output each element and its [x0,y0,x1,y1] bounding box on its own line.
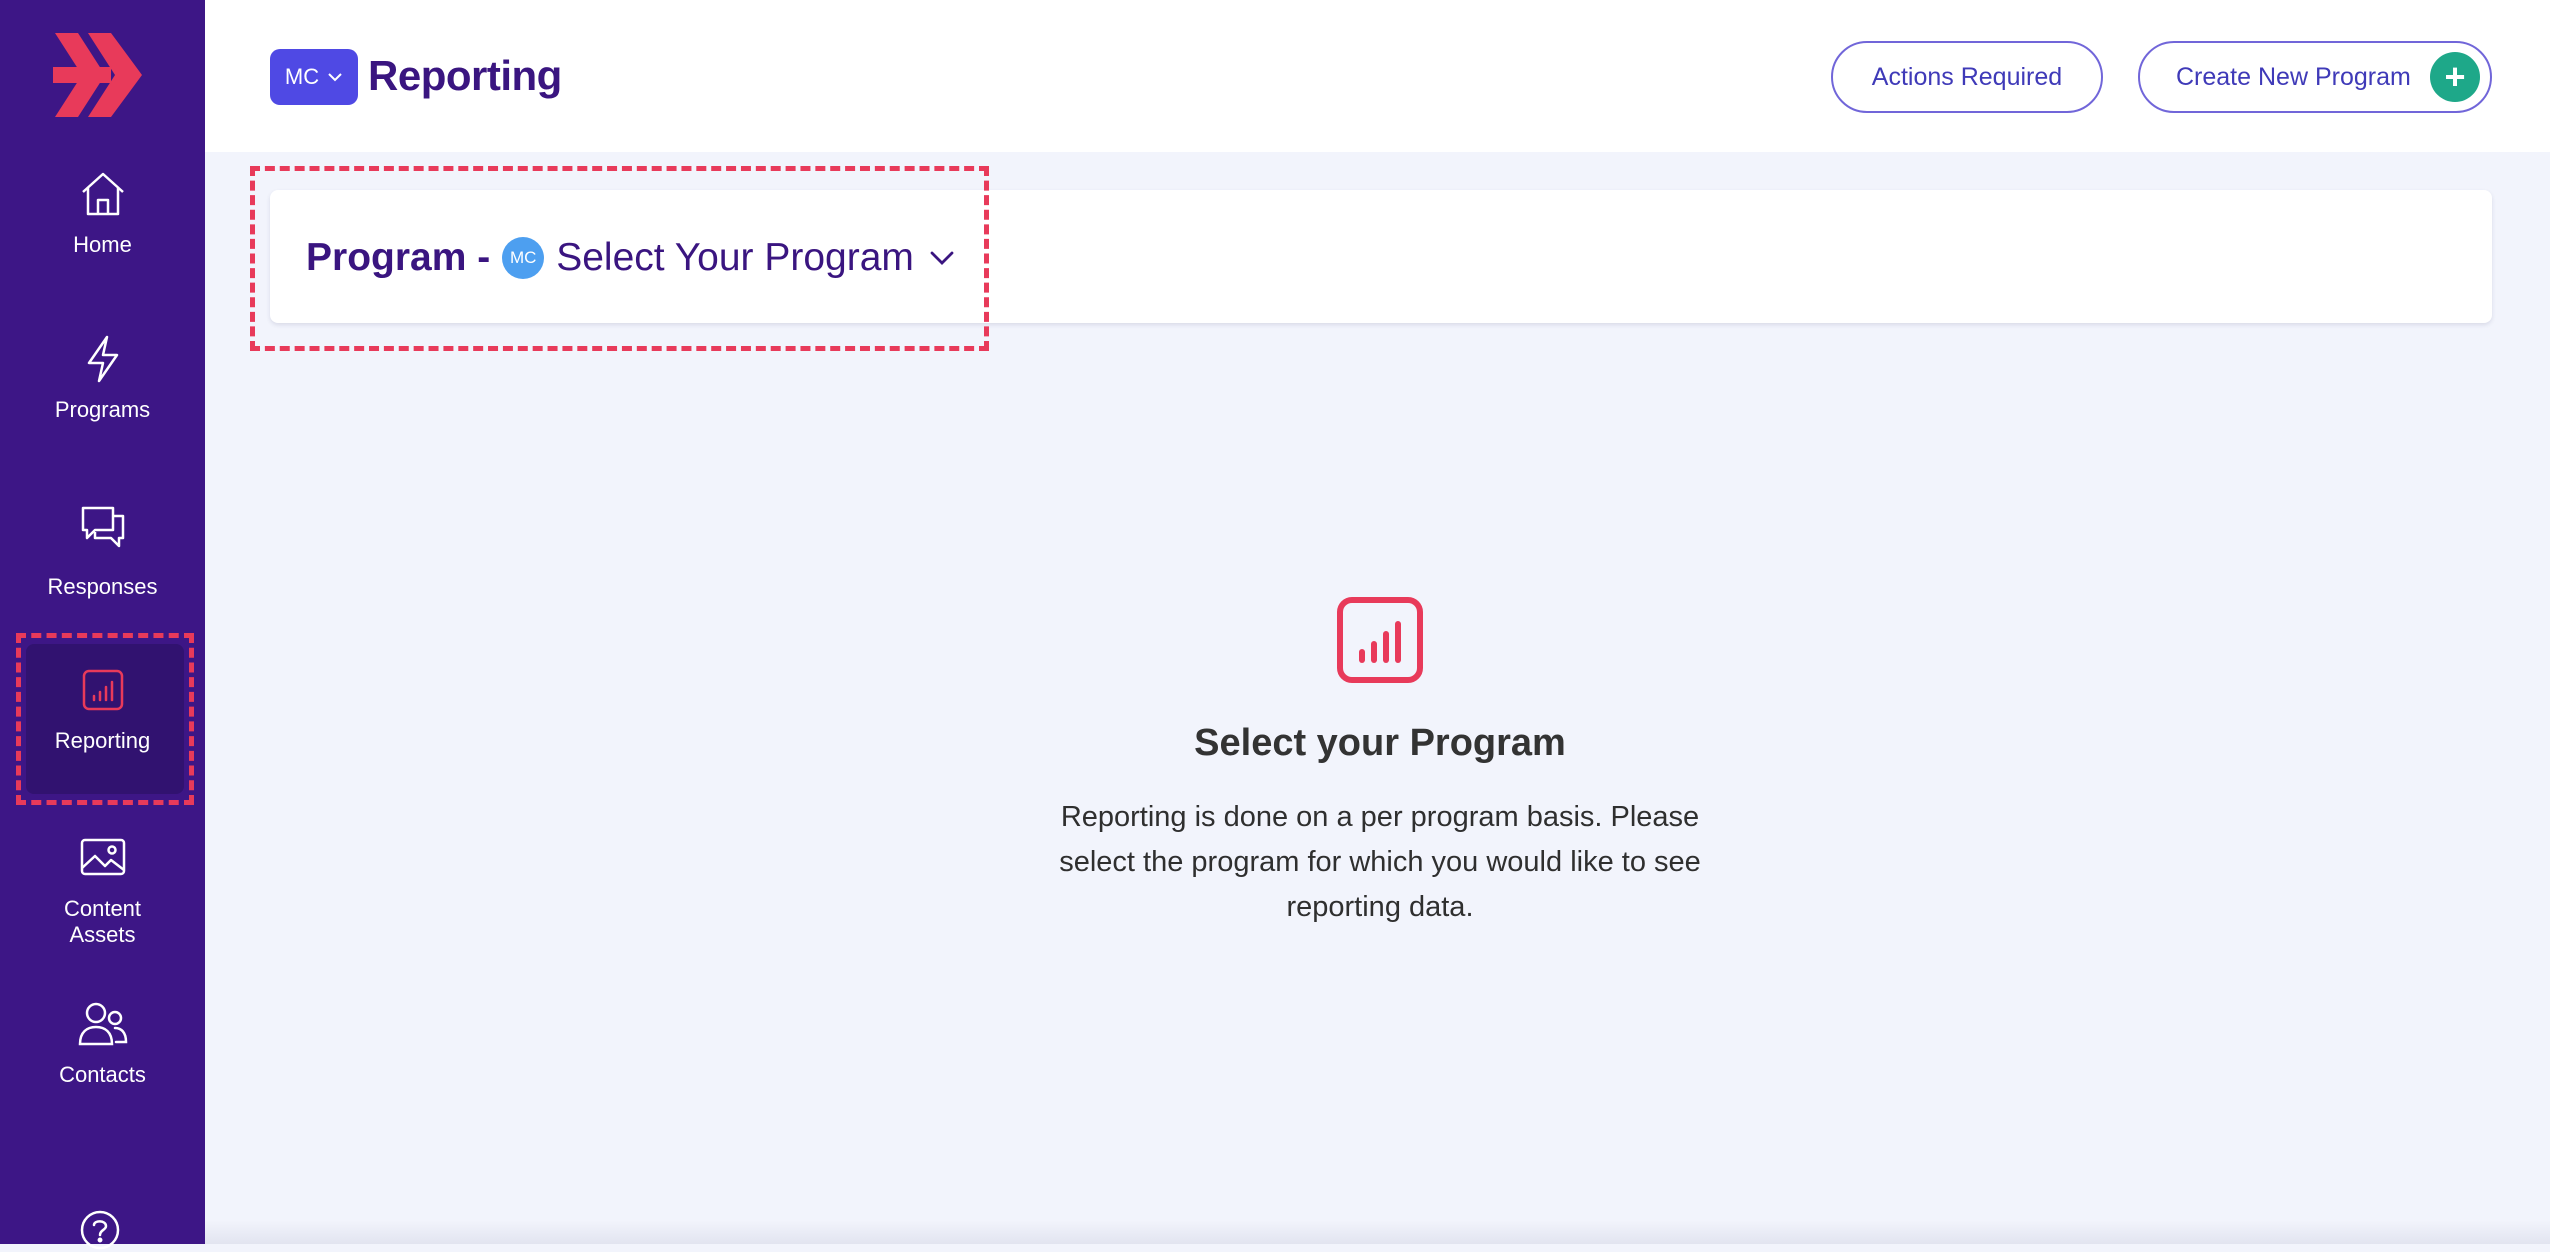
create-new-program-button[interactable]: Create New Program + [2138,41,2492,113]
page-title: Reporting [368,52,562,99]
workspace-initials: MC [284,64,320,89]
workspace-switcher-button[interactable]: MC [270,49,358,105]
sidebar-item-label: Content Assets [63,896,142,947]
sidebar-item-home[interactable]: Home [0,168,205,258]
sidebar-active-highlight [16,633,194,805]
bottom-shadow [205,1220,2550,1244]
create-new-program-label: Create New Program [2176,62,2411,91]
chevron-down-icon [328,73,342,82]
home-icon [81,172,124,216]
users-icon [78,1002,127,1046]
empty-state-description: Reporting is done on a per program basis… [1059,801,1701,923]
bar-chart-icon [1337,597,1423,683]
empty-state-title: Select your Program [1194,722,1566,764]
sidebar-item-contacts[interactable]: Contacts [0,998,205,1088]
image-icon [80,838,125,876]
help-icon[interactable] [78,1208,122,1252]
sidebar-item-label: Responses [47,574,158,599]
sidebar-item-responses[interactable]: Responses [0,500,205,600]
lightning-icon [87,335,118,383]
actions-required-label: Actions Required [1871,62,2063,91]
sidebar-item-label: Home [73,232,132,257]
program-selector-highlight [250,166,989,351]
sidebar-item-label: Programs [54,397,151,422]
sidebar-item-content-assets[interactable]: Content Assets [0,836,205,948]
sidebar-item-programs[interactable]: Programs [0,333,205,423]
sidebar: Home Programs Responses Reporting Conten… [0,0,205,1250]
chat-bubbles-icon [81,506,124,548]
sidebar-item-label: Contacts [59,1062,146,1087]
brand-logo-icon[interactable] [50,25,150,125]
actions-required-button[interactable]: Actions Required [1831,41,2103,113]
plus-icon: + [2430,52,2480,102]
